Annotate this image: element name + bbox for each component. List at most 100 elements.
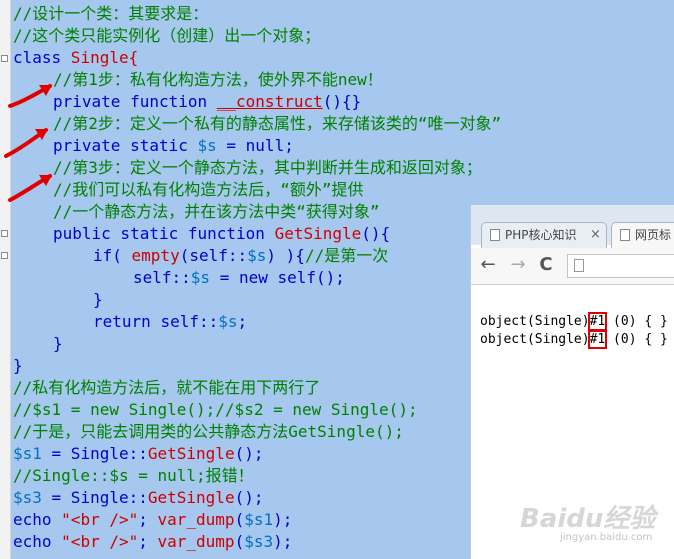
code-line-8: //第3步：定义一个静态方法，其中判断并生成和返回对象； [53, 158, 482, 177]
code-text: = Single:: [41, 488, 148, 507]
browser-toolbar: ← → C [471, 248, 674, 285]
tab-strip: PHP核心知识 × 网页标 [471, 205, 674, 248]
fold-marker-function[interactable] [1, 230, 8, 237]
browser-tab-1[interactable]: PHP核心知识 × [481, 222, 607, 248]
code-text: ; [237, 312, 248, 331]
code-line-20: //于是，只能去调用类的公共静态方法GetSingle(); [13, 422, 404, 441]
code-text: = new self(); [210, 268, 345, 287]
output-text: object(Single) [480, 314, 590, 329]
code-text: = null; [216, 136, 294, 155]
variable: $s [247, 246, 267, 265]
code-line-21: $s1 = Single::GetSingle(); [13, 443, 263, 465]
code-line-9: //我们可以私有化构造方法后，“额外”提供 [53, 180, 364, 199]
watermark-text: Baidu经验 [520, 504, 656, 534]
code-line-5: private function __construct(){} [53, 91, 361, 113]
variable: $s [190, 268, 211, 287]
code-line-23: $s3 = Single::GetSingle(); [13, 487, 263, 509]
variable: $s3 [13, 488, 42, 507]
object-id-highlight: #1 [587, 330, 608, 349]
output-text: (0) { } [605, 314, 668, 329]
red-arrow-icon-1 [8, 84, 52, 108]
code-line-10: //一个静态方法，并在该方法中类“获得对象” [53, 202, 380, 221]
string-literal: "<br />" [61, 510, 139, 529]
code-line-22: //Single::$s = null;报错！ [13, 466, 254, 485]
code-text: (){ [361, 224, 391, 243]
code-line-13: self::$s = new self(); [133, 267, 345, 289]
variable: $s1 [244, 510, 274, 529]
code-line-6: //第2步：定义一个私有的静态属性，来存储该类的“唯一对象” [53, 114, 502, 133]
code-line-18: //私有化构造方法后，就不能在用下两行了 [13, 378, 321, 397]
code-text: (self:: [179, 246, 248, 265]
variable: $s3 [244, 532, 274, 551]
code-line-11: public static function GetSingle(){ [53, 223, 390, 245]
keyword: public static function [53, 224, 275, 243]
string-literal: "<br />" [61, 532, 139, 551]
function-name: var_dump [157, 510, 235, 529]
forward-arrow-icon[interactable]: → [507, 254, 529, 276]
code-text: (); [234, 488, 264, 507]
back-arrow-icon[interactable]: ← [477, 254, 499, 276]
code-text: self:: [133, 268, 191, 287]
code-text: ; [138, 532, 158, 551]
code-line-15: return self::$s; [93, 311, 247, 333]
keyword: private static [53, 136, 198, 155]
output-line-2: object(Single)#1 (0) { } [480, 330, 668, 349]
code-text: ); [273, 532, 293, 551]
red-arrow-icon-2 [4, 128, 48, 158]
page-icon [620, 229, 630, 241]
code-text: = Single:: [41, 444, 148, 463]
keyword: return [93, 312, 161, 331]
variable: $s1 [13, 444, 42, 463]
code-line-2: //这个类只能实例化（创建）出一个对象； [13, 26, 321, 45]
browser-tab-2[interactable]: 网页标 [611, 222, 674, 248]
function-name: empty [131, 246, 180, 265]
watermark-subtext: jingyan.baidu.com [560, 532, 653, 543]
code-text: (); [234, 444, 264, 463]
output-text: (0) { } [605, 332, 668, 347]
code-line-7: private static $s = null; [53, 135, 294, 157]
function-name: __construct [216, 92, 323, 111]
tab-label: 网页标 [635, 228, 672, 242]
tab-label: PHP核心知识 [505, 228, 577, 242]
variable: $s [218, 312, 238, 331]
code-text: ; [138, 510, 158, 529]
code-text: (){} [322, 92, 362, 111]
keyword-echo: echo [13, 510, 62, 529]
code-line-24: echo "<br />"; var_dump($s1); [13, 509, 292, 531]
function-name: GetSingle [274, 224, 362, 243]
comment: //是第一次 [304, 246, 389, 265]
keyword: private function [53, 92, 217, 111]
code-text: self:: [160, 312, 219, 331]
keyword: if( [93, 246, 132, 265]
keyword-class: class [13, 48, 62, 67]
function-name: GetSingle [147, 488, 235, 507]
close-icon[interactable]: × [590, 223, 601, 247]
code-text: ( [234, 510, 245, 529]
code-line-14: } [93, 290, 103, 309]
fold-marker-if[interactable] [1, 252, 8, 259]
code-text: ); [273, 510, 293, 529]
class-name: Single{ [61, 48, 139, 67]
code-line-25: echo "<br />"; var_dump($s3); [13, 531, 292, 553]
code-line-16: } [53, 334, 63, 353]
baidu-watermark-logo: Baidu经验 jingyan.baidu.com [520, 498, 670, 548]
red-arrow-icon-3 [8, 174, 52, 202]
variable: $s [197, 136, 217, 155]
code-text: ) ){ [266, 246, 305, 265]
code-text: ( [234, 532, 245, 551]
output-line-1: object(Single)#1 (0) { } [480, 312, 668, 331]
keyword-echo: echo [13, 532, 62, 551]
fold-marker-class[interactable] [1, 55, 8, 62]
code-line-17: } [13, 356, 23, 375]
code-line-12: if( empty(self::$s) ){//是第一次 [93, 245, 388, 267]
function-name: var_dump [157, 532, 235, 551]
code-line-19: //$s1 = new Single();//$s2 = new Single(… [13, 400, 418, 419]
object-id-highlight: #1 [587, 312, 608, 331]
page-icon [574, 259, 584, 272]
code-line-4: //第1步：私有化构造方法，使外界不能new！ [53, 70, 383, 89]
address-bar[interactable] [567, 254, 674, 278]
reload-icon[interactable]: C [535, 254, 557, 276]
function-name: GetSingle [147, 444, 235, 463]
code-line-3: class Single{ [13, 47, 138, 69]
code-line-1: //设计一个类：其要求是： [13, 4, 209, 23]
